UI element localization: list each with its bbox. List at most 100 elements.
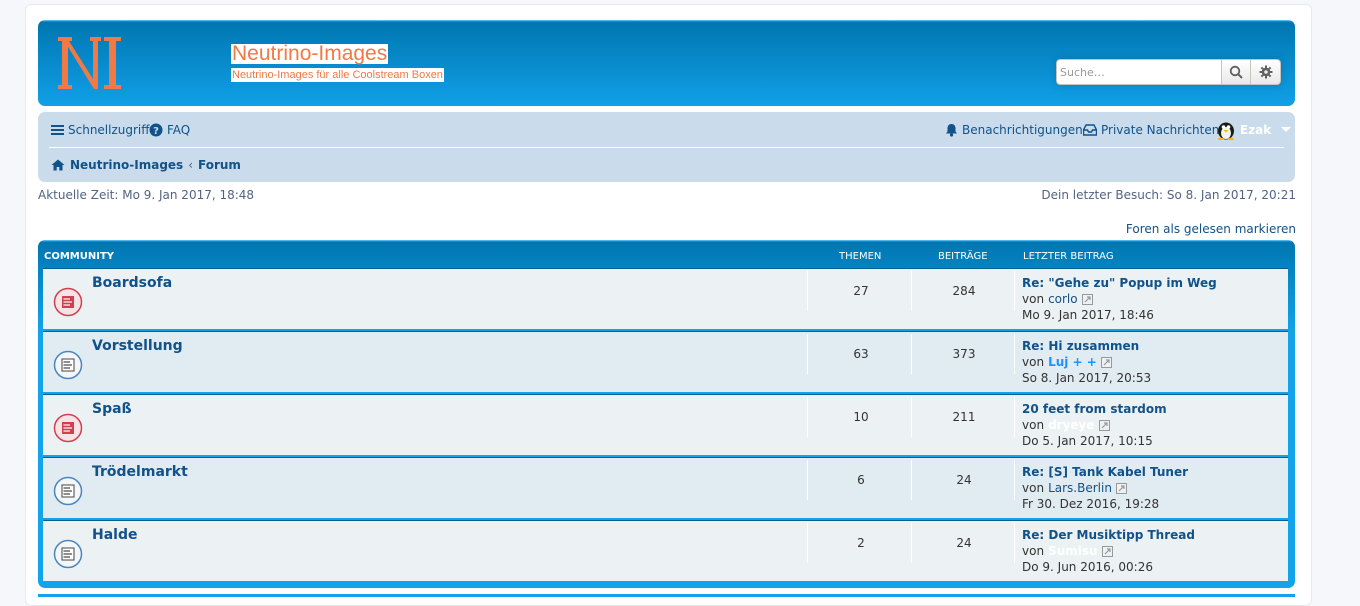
posts-count: 24: [956, 473, 972, 487]
by-label: von: [1022, 481, 1045, 495]
forum-list-header: COMMUNITY THEMEN BEITRÄGE LETZTER BEITRA…: [38, 240, 1295, 268]
bell-icon: [946, 124, 957, 137]
forum-title[interactable]: Boardsofa: [92, 275, 172, 291]
posts-count: 24: [956, 536, 972, 550]
breadcrumb: Neutrino-Images ‹ Forum: [51, 158, 241, 172]
topics-count: 10: [853, 410, 869, 424]
notifications-label: Benachrichtigungen: [962, 123, 1083, 137]
quicklinks-label: Schnellzugriff: [68, 123, 150, 137]
last-post-time: Do 5. Jan 2017, 10:15: [1022, 434, 1153, 448]
advanced-search-button[interactable]: [1251, 59, 1281, 85]
column-divider: [1014, 460, 1015, 500]
view-latest-post-icon[interactable]: [1081, 293, 1093, 305]
search-icon: [1229, 65, 1243, 79]
svg-text:?: ?: [153, 126, 159, 137]
last-post-author[interactable]: dryeye: [1048, 418, 1094, 432]
navbar-bottom: Neutrino-Images ‹ Forum: [38, 148, 1295, 182]
faq-label: FAQ: [167, 123, 191, 137]
question-circle-icon: ?: [149, 123, 163, 137]
by-label: von: [1022, 544, 1045, 558]
column-divider: [1014, 523, 1015, 563]
hamburger-icon: [51, 125, 64, 135]
breadcrumb-home[interactable]: Neutrino-Images: [70, 158, 183, 172]
last-post-title[interactable]: Re: Hi zusammen: [1022, 339, 1139, 353]
column-divider: [807, 334, 808, 374]
column-divider: [911, 460, 912, 500]
search-input[interactable]: [1056, 59, 1221, 85]
forum-unread-icon[interactable]: [53, 287, 83, 317]
view-latest-post-icon[interactable]: [1115, 482, 1127, 494]
quicklinks-menu[interactable]: Schnellzugriff: [51, 123, 150, 137]
column-divider: [1014, 397, 1015, 437]
last-post-header: LETZTER BEITRAG: [1023, 251, 1114, 262]
page-wrapper: Neutrino-Images Neutrino-Images für alle…: [25, 4, 1312, 606]
last-post-title[interactable]: 20 feet from stardom: [1022, 402, 1167, 416]
forum-read-icon[interactable]: [53, 350, 83, 380]
by-label: von: [1022, 418, 1045, 432]
category-title[interactable]: COMMUNITY: [44, 251, 114, 262]
column-divider: [807, 271, 808, 311]
column-divider: [911, 397, 912, 437]
forum-row: Spaß 10 211 20 feet from stardom von dry…: [43, 394, 1288, 455]
last-post-author[interactable]: Sumisu: [1048, 544, 1098, 558]
inbox-icon: [1083, 124, 1097, 136]
pm-label: Private Nachrichten: [1101, 123, 1220, 137]
posts-count: 284: [952, 284, 976, 298]
topics-count: 2: [857, 536, 865, 550]
forum-row: Trödelmarkt 6 24 Re: [S] Tank Kabel Tune…: [43, 457, 1288, 518]
user-menu[interactable]: Ezak: [1216, 120, 1292, 140]
current-time: Aktuelle Zeit: Mo 9. Jan 2017, 18:48: [38, 188, 255, 202]
view-latest-post-icon[interactable]: [1098, 419, 1110, 431]
forum-read-icon[interactable]: [53, 539, 83, 569]
breadcrumb-forum[interactable]: Forum: [198, 158, 241, 172]
column-divider: [807, 523, 808, 563]
caret-down-icon: [1281, 127, 1292, 132]
last-post-title[interactable]: Re: [S] Tank Kabel Tuner: [1022, 465, 1188, 479]
faq-link[interactable]: ? FAQ: [149, 123, 190, 137]
mark-forums-read-link[interactable]: Foren als gelesen markieren: [1126, 222, 1296, 236]
forum-row: Boardsofa 27 284 Re: "Gehe zu" Popup im …: [43, 268, 1288, 329]
notifications-link[interactable]: Benachrichtigungen: [945, 123, 1083, 137]
posts-count: 211: [952, 410, 976, 424]
column-divider: [1014, 334, 1015, 374]
gear-icon: [1259, 65, 1272, 79]
ni-logo[interactable]: [55, 33, 127, 93]
posts-count: 373: [952, 347, 976, 361]
view-latest-post-icon[interactable]: [1101, 545, 1113, 557]
site-title[interactable]: Neutrino-Images: [231, 43, 389, 64]
column-divider: [807, 397, 808, 437]
topics-header: THEMEN: [839, 251, 882, 262]
last-post-author-line: von Sumisu: [1022, 544, 1113, 558]
forum-read-icon[interactable]: [53, 476, 83, 506]
forum-title[interactable]: Vorstellung: [92, 338, 183, 354]
last-post-time: Do 9. Jun 2016, 00:26: [1022, 560, 1153, 574]
site-description: Neutrino-Images für alle Coolstream Boxe…: [231, 68, 444, 82]
last-post-title[interactable]: Re: "Gehe zu" Popup im Weg: [1022, 276, 1217, 290]
posts-header: BEITRÄGE: [938, 251, 988, 262]
view-latest-post-icon[interactable]: [1100, 356, 1112, 368]
forum-unread-icon[interactable]: [53, 413, 83, 443]
last-visit: Dein letzter Besuch: So 8. Jan 2017, 20:…: [1041, 188, 1296, 202]
column-divider: [1014, 271, 1015, 311]
last-post-author[interactable]: Luj + +: [1048, 355, 1097, 369]
topics-count: 63: [853, 347, 869, 361]
by-label: von: [1022, 292, 1045, 306]
forum-row: Vorstellung 63 373 Re: Hi zusammen von L…: [43, 331, 1288, 392]
forum-title[interactable]: Spaß: [92, 401, 132, 417]
user-name: Ezak: [1240, 123, 1272, 137]
navbar-top: Schnellzugriff ? FAQ Benachrichtigungen: [38, 112, 1295, 148]
forum-title[interactable]: Trödelmarkt: [92, 464, 188, 480]
next-section-edge: [38, 594, 1295, 597]
last-post-author[interactable]: corlo: [1048, 292, 1078, 306]
column-divider: [911, 271, 912, 311]
topics-count: 27: [853, 284, 869, 298]
last-post-title[interactable]: Re: Der Musiktipp Thread: [1022, 528, 1195, 542]
header-bar: Neutrino-Images Neutrino-Images für alle…: [38, 20, 1295, 106]
forum-title[interactable]: Halde: [92, 527, 137, 543]
last-post-author-line: von Luj + +: [1022, 355, 1112, 369]
last-post-time: Mo 9. Jan 2017, 18:46: [1022, 308, 1154, 322]
private-messages-link[interactable]: Private Nachrichten: [1083, 123, 1219, 137]
last-post-author[interactable]: Lars.Berlin: [1048, 481, 1112, 495]
last-post-author-line: von dryeye: [1022, 418, 1110, 432]
search-button[interactable]: [1221, 59, 1251, 85]
